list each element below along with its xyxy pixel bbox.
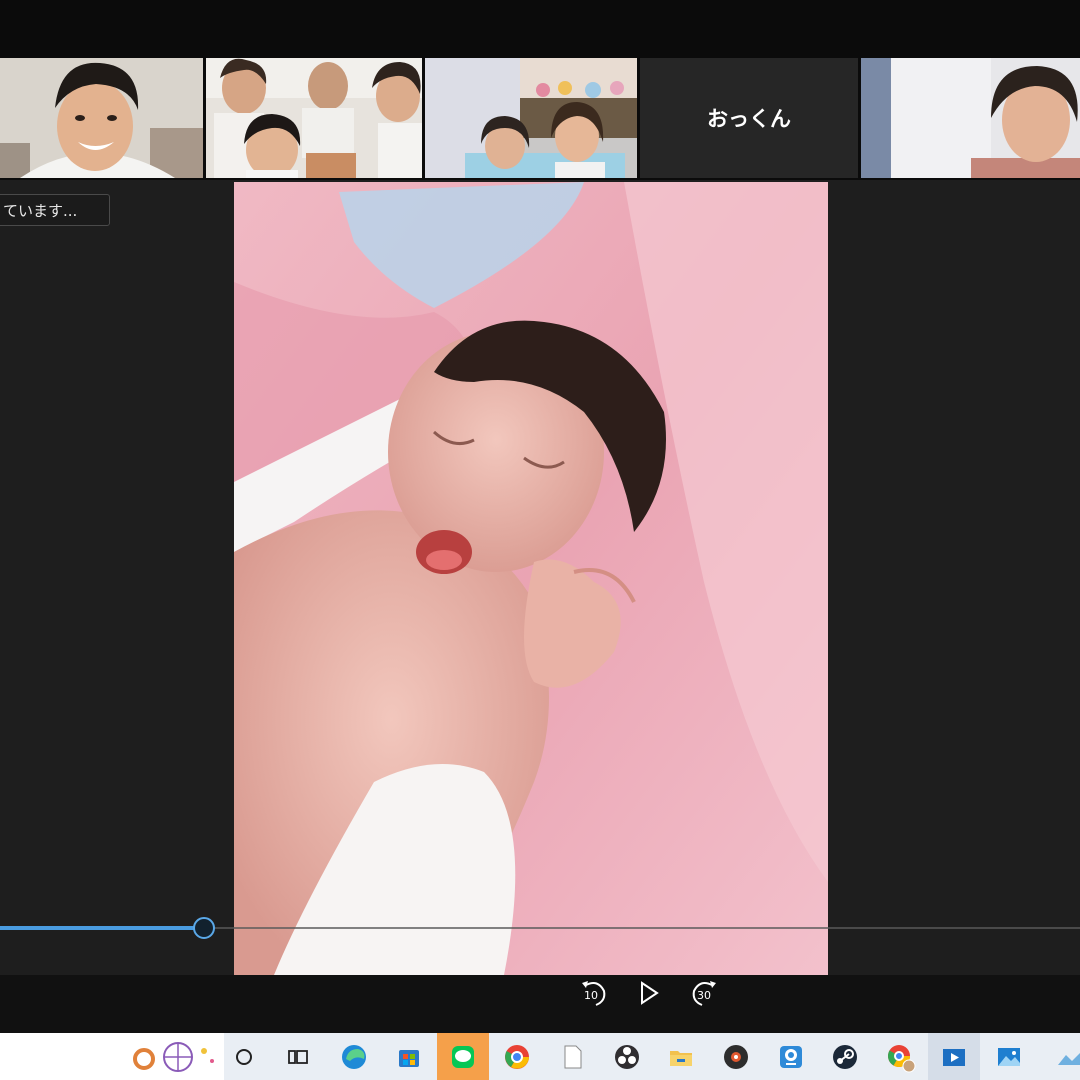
participant-video-2[interactable] bbox=[206, 58, 422, 178]
steam-icon[interactable] bbox=[827, 1039, 863, 1075]
play-button[interactable] bbox=[634, 977, 664, 1009]
windows-taskbar bbox=[0, 1033, 1080, 1080]
participant-strip: おっくん bbox=[0, 56, 1080, 180]
rewind-seconds: 10 bbox=[584, 989, 598, 1002]
playback-controls: 10 30 bbox=[0, 975, 1080, 1033]
shared-video-frame[interactable] bbox=[234, 182, 828, 975]
taskbar-search-box[interactable] bbox=[0, 1033, 224, 1080]
edge-browser-icon[interactable] bbox=[336, 1039, 372, 1075]
participant-video-1[interactable] bbox=[0, 58, 203, 178]
file-icon[interactable] bbox=[554, 1039, 590, 1075]
seek-progress bbox=[0, 926, 204, 930]
line-app-icon[interactable] bbox=[445, 1039, 481, 1075]
chrome-profile-icon[interactable] bbox=[882, 1039, 918, 1075]
task-view-icon[interactable] bbox=[280, 1039, 316, 1075]
forward-30-button[interactable]: 30 bbox=[686, 977, 726, 1009]
participant-video-3[interactable] bbox=[425, 58, 637, 178]
photos-app-icon[interactable] bbox=[991, 1039, 1027, 1075]
forward-seconds: 30 bbox=[697, 989, 711, 1002]
play-icon bbox=[641, 981, 659, 1005]
participant-video-5[interactable] bbox=[861, 58, 1080, 178]
chrome-browser-icon[interactable] bbox=[499, 1039, 535, 1075]
top-black-bar bbox=[0, 0, 1080, 56]
seek-thumb[interactable] bbox=[193, 917, 215, 939]
video-player-icon[interactable] bbox=[936, 1039, 972, 1075]
obs-studio-icon[interactable] bbox=[609, 1039, 645, 1075]
cortana-icon[interactable] bbox=[226, 1039, 262, 1075]
search-highlight-art-icon bbox=[130, 1039, 218, 1075]
file-explorer-icon[interactable] bbox=[663, 1039, 699, 1075]
rewind-10-button[interactable]: 10 bbox=[572, 977, 612, 1009]
photos-gallery-icon[interactable] bbox=[1052, 1039, 1080, 1075]
media-disc-icon[interactable] bbox=[718, 1039, 754, 1075]
participant-name-tile[interactable]: おっくん bbox=[640, 58, 858, 178]
status-message: ています... bbox=[0, 194, 110, 226]
microsoft-store-icon[interactable] bbox=[391, 1039, 427, 1075]
webcam-app-icon[interactable] bbox=[773, 1039, 809, 1075]
participant-name: おっくん bbox=[707, 107, 791, 131]
